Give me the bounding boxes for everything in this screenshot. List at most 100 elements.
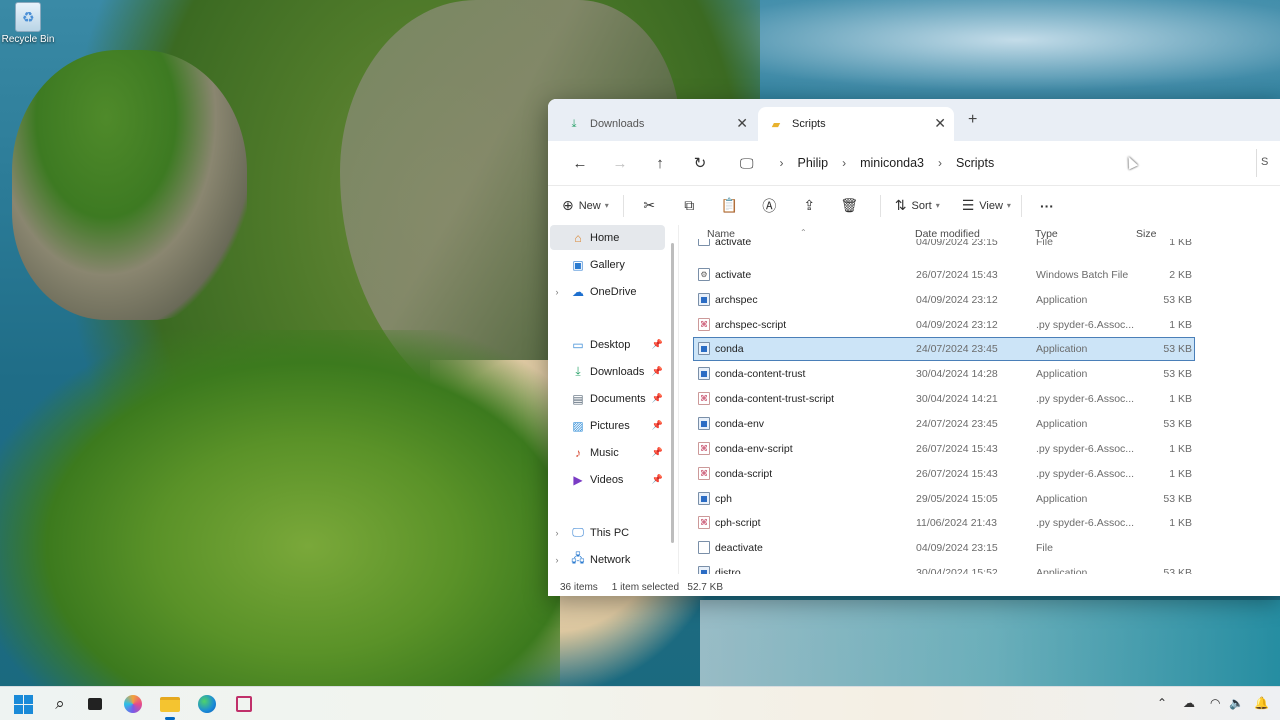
share-button[interactable]: ⇪ (792, 197, 832, 214)
forward-button[interactable]: → (600, 155, 640, 172)
nav-item-label: This PC (590, 526, 630, 539)
taskbar: ⌕ ⌃ ☁ ◠ 🔈 🔔 (0, 686, 1280, 720)
application-icon (698, 367, 710, 381)
rename-button[interactable]: Ⓐ (752, 196, 792, 216)
python-file-icon: ⌘ (698, 392, 710, 406)
pin-icon[interactable]: 📌 (652, 447, 663, 458)
chevron-right-icon[interactable]: › (842, 156, 846, 170)
nav-item-home[interactable]: ⌂ Home (550, 225, 665, 250)
more-options-button[interactable]: ··· (1040, 198, 1059, 214)
file-row[interactable]: cph 29/05/2024 15:05 Application 53 KB (694, 488, 1194, 510)
file-size: 2 KB (1169, 268, 1192, 281)
tab-label: Scripts (792, 118, 826, 130)
file-row[interactable]: conda-env 24/07/2024 23:45 Application 53 K… (694, 413, 1194, 435)
file-size: 1 KB (1169, 517, 1192, 530)
tab-scripts[interactable]: ▰ Scripts ✕ (758, 107, 954, 141)
file-size: 53 KB (1163, 567, 1192, 574)
close-tab-icon[interactable]: ✕ (736, 115, 748, 132)
breadcrumb-item[interactable]: Scripts (956, 156, 994, 170)
chevron-right-icon[interactable]: › (550, 528, 564, 538)
file-row[interactable]: conda 24/07/2024 23:45 Application 53 KB (693, 337, 1195, 362)
onedrive-sync-icon[interactable]: ☁ (1183, 696, 1195, 710)
pin-icon[interactable]: 📌 (652, 393, 663, 404)
nav-item-downloads[interactable]: ⤓ Downloads 📌 (550, 359, 665, 384)
file-row[interactable]: activate 04/09/2024 23:15 File 1 KB (694, 239, 1194, 251)
pin-icon[interactable]: 📌 (652, 420, 663, 431)
file-row[interactable]: archspec 04/09/2024 23:12 Application 53 KB (694, 289, 1194, 311)
delete-button[interactable]: 🗑 (832, 197, 872, 214)
file-date-modified: 30/04/2024 14:28 (916, 368, 998, 381)
sort-button[interactable]: ⇅ Sort ▾ (895, 197, 940, 214)
copilot-icon (124, 695, 142, 713)
nav-item-pictures[interactable]: ▨ Pictures 📌 (550, 413, 665, 438)
nav-item-network[interactable]: › 🖧 Network (550, 547, 665, 572)
pin-icon[interactable]: 📌 (652, 339, 663, 350)
breadcrumb-item[interactable]: Philip (798, 156, 829, 170)
file-explorer-window: ⤓ Downloads ✕ ▰ Scripts ✕ + ← → ↑ ↻ 🖵 › … (548, 99, 1280, 596)
selection-count: 1 item selected (611, 582, 680, 593)
file-row[interactable]: conda-content-trust 30/04/2024 14:28 Appli… (694, 363, 1194, 385)
chevron-right-icon[interactable]: › (938, 156, 942, 170)
file-row[interactable]: ⌘ conda-env-script 26/07/2024 15:43 .py spy… (694, 438, 1194, 460)
edge-taskbar-button[interactable] (194, 691, 220, 717)
wifi-icon[interactable]: ◠ (1210, 696, 1220, 710)
nav-item-gallery[interactable]: ▣ Gallery (550, 252, 665, 277)
tab-downloads[interactable]: ⤓ Downloads ✕ (556, 107, 756, 141)
app-taskbar-button[interactable] (231, 691, 257, 717)
desktop-icon-recycle-bin[interactable]: Recycle Bin (0, 2, 56, 45)
breadcrumb-item[interactable]: miniconda3 (860, 156, 924, 170)
computer-icon[interactable]: 🖵 (740, 155, 754, 172)
refresh-button[interactable]: ↻ (680, 154, 720, 172)
nav-item-videos[interactable]: ▶ Videos 📌 (550, 467, 665, 492)
chevron-right-icon[interactable]: › (550, 287, 564, 297)
explorer-body: ⌂ Home ▣ Gallery › ☁ OneDrive ▭ Desktop … (548, 225, 1280, 596)
copy-button[interactable]: ⧉ (672, 197, 712, 214)
view-button[interactable]: ☰ View ▾ (962, 197, 1011, 214)
back-button[interactable]: ← (560, 155, 600, 172)
search-button[interactable]: ⌕ (47, 691, 73, 717)
nav-item-documents[interactable]: ▤ Documents 📌 (550, 386, 665, 411)
volume-icon[interactable]: 🔈 (1229, 696, 1244, 710)
nav-item-music[interactable]: ♪ Music 📌 (550, 440, 665, 465)
file-row[interactable]: ⚙ activate 26/07/2024 15:43 Windows Batch F… (694, 264, 1194, 286)
new-button[interactable]: ⊕ New ▾ (562, 197, 609, 214)
application-icon (698, 491, 710, 505)
pin-icon[interactable]: 📌 (652, 366, 663, 377)
file-type: Application (1036, 417, 1088, 430)
nav-scrollbar[interactable] (671, 243, 674, 543)
file-name: distro (715, 567, 741, 574)
chevron-down-icon: ▾ (1006, 201, 1011, 210)
search-box-edge[interactable]: S (1256, 149, 1280, 177)
file-row[interactable]: ⌘ archspec-script 04/09/2024 23:12 .py spyd… (694, 314, 1194, 336)
start-button[interactable] (10, 691, 36, 717)
copilot-button[interactable] (120, 691, 146, 717)
file-explorer-taskbar-button[interactable] (157, 691, 183, 720)
pin-icon[interactable]: 📌 (652, 474, 663, 485)
chevron-right-icon[interactable]: › (550, 555, 564, 565)
paste-button[interactable]: 📋 (712, 197, 752, 214)
nav-item-label: OneDrive (590, 285, 637, 298)
python-file-icon: ⌘ (698, 516, 710, 530)
chevron-right-icon[interactable]: › (780, 156, 784, 170)
nav-item-onedrive[interactable]: › ☁ OneDrive (550, 279, 665, 304)
cut-button[interactable]: ✂ (632, 197, 672, 214)
file-row[interactable]: ⌘ conda-script 26/07/2024 15:43 .py spyder-… (694, 463, 1194, 485)
nav-item-desktop[interactable]: ▭ Desktop 📌 (550, 332, 665, 357)
show-hidden-icons-button[interactable]: ⌃ (1157, 696, 1167, 710)
view-icon: ☰ (961, 197, 975, 213)
file-row[interactable]: distro 30/04/2024 15:52 Application 53 KB (694, 562, 1194, 574)
file-row[interactable]: ⌘ cph-script 11/06/2024 21:43 .py spyder-6.… (694, 512, 1194, 534)
recycle-bin-label: Recycle Bin (1, 34, 55, 45)
file-row[interactable]: deactivate 04/09/2024 23:15 File (694, 537, 1194, 559)
nav-item-this-pc[interactable]: › 🖵 This PC (550, 520, 665, 545)
application-icon (698, 292, 710, 306)
up-button[interactable]: ↑ (640, 155, 680, 172)
notification-bell-icon[interactable]: 🔔 (1254, 696, 1269, 710)
task-view-button[interactable] (82, 691, 108, 717)
file-date-modified: 04/09/2024 23:15 (916, 542, 998, 555)
close-tab-icon[interactable]: ✕ (934, 115, 946, 132)
file-row[interactable]: ⌘ conda-content-trust-script 30/04/2024 14… (694, 388, 1194, 410)
toolbar-divider (1020, 194, 1022, 217)
pane-divider[interactable] (678, 225, 679, 574)
new-tab-button[interactable]: + (968, 111, 977, 129)
